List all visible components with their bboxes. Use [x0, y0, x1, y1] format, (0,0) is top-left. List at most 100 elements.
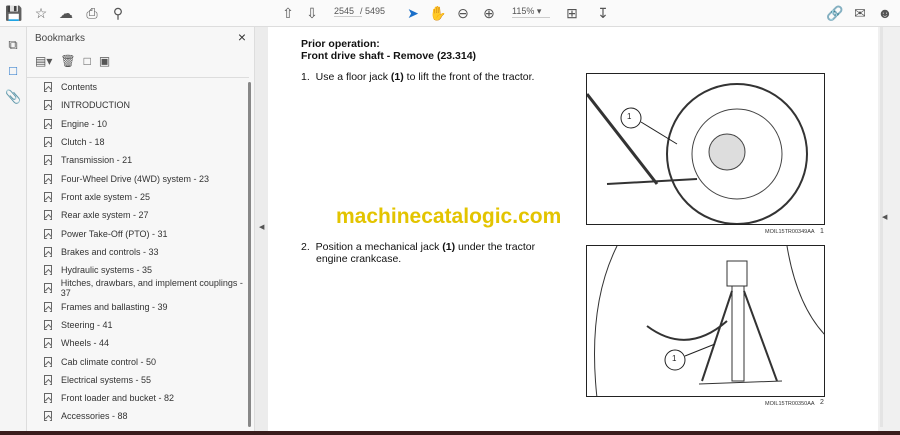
bookmark-label: Hitches, drawbars, and implement couplin…	[60, 278, 243, 299]
zoom-out-icon[interactable]: ⊖	[453, 4, 473, 22]
bookmark-label: Electrical systems - 55	[61, 374, 152, 385]
bookmark-item[interactable]: Four-Wheel Drive (4WD) system - 23	[27, 169, 249, 187]
save-icon[interactable]: 💾	[4, 4, 24, 22]
scroll-mode-icon[interactable]: ↧	[593, 4, 613, 22]
collapse-arrow-icon[interactable]: ◀	[259, 223, 264, 231]
bookmark-item[interactable]: Engine - 10	[27, 115, 249, 133]
prior-operation-label: Prior operation:	[301, 38, 380, 50]
figure-number: 1	[820, 228, 824, 235]
bookmark-item[interactable]: INTRODUCTION	[27, 96, 249, 114]
pages-thumbnail-icon[interactable]: ⧉	[5, 37, 21, 53]
page-number-input[interactable]: 2545	[334, 6, 362, 17]
bookmark-item[interactable]: Rear axle system - 27	[27, 206, 249, 224]
bookmark-label: Rear axle system - 27	[61, 210, 149, 221]
bookmark-icon	[44, 265, 52, 276]
bookmark-icon	[44, 82, 52, 93]
bookmark-icon	[44, 393, 52, 404]
left-rail: ⧉ □ 📎	[0, 27, 27, 431]
bookmark-icon	[44, 137, 52, 148]
next-page-icon[interactable]: ⇩	[302, 4, 322, 22]
upload-cloud-icon[interactable]: ☁	[56, 4, 76, 22]
bookmark-item[interactable]: Hydraulic systems - 35	[27, 261, 249, 279]
figure-number: 2	[820, 399, 824, 406]
watermark: machinecatalogic.com	[336, 205, 562, 228]
delete-icon[interactable]: 🗑	[60, 54, 75, 68]
bookmark-label: Steering - 41	[61, 320, 113, 330]
figure-mechanical-jack: 1	[586, 245, 825, 397]
close-icon[interactable]: ×	[238, 29, 246, 45]
attachment-icon[interactable]: 📎	[5, 89, 21, 105]
bookmark-icon	[44, 301, 52, 312]
bookmark-item[interactable]: Steering - 41	[27, 316, 249, 334]
document-page: Prior operation: Front drive shaft - Rem…	[268, 27, 878, 431]
toolbar: 💾 ☆ ☁ ⎙ ⚲ ⇧ ⇩ 2545 / 5495 ➤ ✋ ⊖ ⊕ 115% ▾…	[0, 0, 900, 27]
callout-ref: (1)	[442, 241, 456, 253]
step-text: Use a floor jack	[315, 71, 391, 83]
bookmark-icon	[44, 155, 52, 166]
bookmark-label: Wheels - 44	[61, 338, 110, 349]
step-number: 2.	[301, 241, 310, 253]
bookmark-label: Brakes and controls - 33	[61, 246, 159, 257]
zoom-search-icon[interactable]: ⚲	[108, 4, 128, 22]
bookmark-label: Engine - 10	[61, 118, 108, 129]
bookmark-item[interactable]: Hitches, drawbars, and implement couplin…	[27, 278, 249, 299]
account-icon[interactable]: ☻	[875, 4, 895, 22]
share-link-icon[interactable]: 🔗	[825, 4, 845, 22]
expand-panel-arrow-icon[interactable]: ◀	[882, 213, 887, 221]
bookmark-icon	[44, 374, 52, 385]
taskbar-strip	[0, 431, 900, 435]
hand-tool-icon[interactable]: ✋	[428, 4, 448, 22]
bookmark-icon	[44, 246, 52, 257]
bookmark-item[interactable]: Electrical systems - 55	[27, 371, 249, 389]
bookmark-item[interactable]: Power Take-Off (PTO) - 31	[27, 224, 249, 242]
options-menu-icon[interactable]: ▤▾	[35, 54, 52, 68]
bookmark-icon[interactable]: □	[5, 63, 21, 79]
scrollbar[interactable]	[248, 82, 251, 427]
bookmark-item[interactable]: Transmission - 21	[27, 151, 249, 169]
bookmark-icon	[44, 356, 52, 367]
select-cursor-icon[interactable]: ➤	[403, 4, 423, 22]
page-fit-icon[interactable]: ⊞	[562, 4, 582, 22]
bookmark-label: Clutch - 18	[61, 137, 105, 148]
previous-page-icon[interactable]: ⇧	[278, 4, 298, 22]
right-scroll-area: ◀	[878, 27, 900, 431]
figure-code: MOIL15TR00350AA	[765, 401, 815, 407]
bookmark-label: Front axle system - 25	[61, 191, 151, 202]
bookmark-item[interactable]: Frames and ballasting - 39	[27, 298, 249, 316]
bookmark-item[interactable]: Front axle system - 25	[27, 188, 249, 206]
jack-stand-illustration	[594, 246, 824, 396]
bookmark-list: Contents INTRODUCTION Engine - 10 Clutch - …	[27, 77, 249, 426]
bookmark-item[interactable]: Brakes and controls - 33	[27, 243, 249, 261]
bookmark-label: Transmission - 21	[61, 155, 133, 166]
callout-ref: (1)	[390, 71, 404, 83]
step-text: to lift the front of the tractor.	[403, 71, 535, 83]
step-1: 1. Use a floor jack (1) to lift the fron…	[301, 71, 551, 83]
panel-splitter[interactable]: ◀	[255, 27, 268, 431]
bookmark-label: Accessories - 88	[61, 411, 128, 422]
add-bookmark-icon[interactable]: □	[84, 54, 91, 68]
bookmark-icon	[44, 191, 52, 202]
bookmarks-panel: Bookmarks × ▤▾ 🗑 □ ▣ Contents INTRODUCTIO…	[27, 27, 255, 431]
callout-number: 1	[627, 112, 632, 121]
zoom-in-icon[interactable]: ⊕	[479, 4, 499, 22]
zoom-select[interactable]: 115% ▾	[512, 6, 550, 18]
star-icon[interactable]: ☆	[31, 4, 51, 22]
bookmark-item[interactable]: Accessories - 88	[27, 407, 249, 425]
bookmark-label: Four-Wheel Drive (4WD) system - 23	[61, 173, 210, 184]
bookmark-icon	[44, 118, 52, 129]
bookmark-item[interactable]: Cab climate control - 50	[27, 352, 249, 370]
print-icon[interactable]: ⎙	[82, 4, 102, 22]
callout-number: 1	[672, 354, 677, 363]
bookmark-icon	[44, 320, 52, 330]
bookmark-item[interactable]: Front loader and bucket - 82	[27, 389, 249, 407]
bookmark-item[interactable]: Contents	[27, 78, 249, 96]
scrollbar[interactable]	[880, 27, 883, 427]
bookmark-icon	[44, 100, 52, 111]
mail-icon[interactable]: ✉	[850, 4, 870, 22]
step-2: 2. Position a mechanical jack (1) under …	[301, 241, 566, 265]
bookmark-item[interactable]: Clutch - 18	[27, 133, 249, 151]
find-bookmark-icon[interactable]: ▣	[99, 54, 110, 68]
bookmark-label: Frames and ballasting - 39	[61, 301, 168, 312]
bookmark-item[interactable]: Wheels - 44	[27, 334, 249, 352]
figure-floor-jack: 1	[586, 73, 825, 225]
